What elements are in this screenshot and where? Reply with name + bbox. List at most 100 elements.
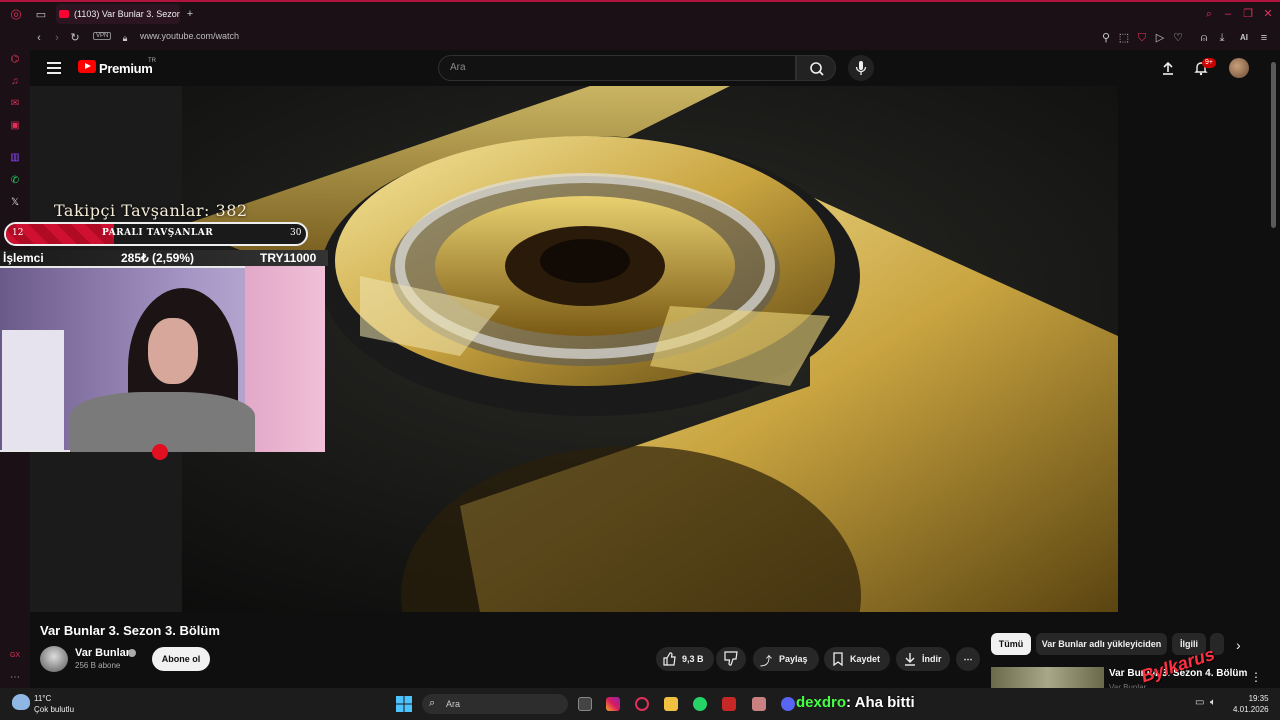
streamer-face — [148, 318, 198, 384]
messenger-icon[interactable]: ✉ — [9, 98, 21, 110]
page-scrollbar[interactable] — [1271, 62, 1276, 228]
weather-temp: 11°C — [34, 694, 52, 703]
weather-icon[interactable] — [12, 694, 30, 710]
menu-icon[interactable]: ≡ — [1258, 31, 1270, 45]
country-code: TR — [148, 58, 156, 64]
taskbar-search-icon: ⌕ — [429, 697, 436, 709]
search-tabs-icon[interactable]: ⌕ — [1203, 7, 1215, 21]
whatsapp-taskbar-icon[interactable] — [693, 697, 707, 711]
gx-icon[interactable]: GX — [9, 650, 21, 662]
taskbar-search[interactable]: Ara — [422, 694, 568, 714]
microphone-icon — [855, 61, 867, 75]
reload-icon[interactable]: ↻ — [69, 31, 81, 45]
system-clock[interactable]: 19:35 4.01.2026 — [1233, 693, 1269, 715]
youtube-brand[interactable]: Premium — [99, 61, 153, 76]
minimize-icon[interactable]: – — [1222, 7, 1234, 21]
volume-icon[interactable]: 🔈︎ — [1210, 697, 1216, 708]
photos-icon[interactable] — [752, 697, 766, 711]
windows-start-icon[interactable] — [396, 696, 412, 717]
ticker-change: 285₺ (2,59%) — [121, 251, 195, 265]
bookmark-icon — [832, 652, 844, 671]
twitch-icon[interactable]: ▥ — [9, 152, 21, 164]
chat-alert: dexdro: Aha bitti — [796, 694, 915, 711]
notification-badge: 9+ — [1202, 58, 1216, 68]
progress-scrubber-icon — [152, 444, 168, 460]
shield-icon[interactable]: ⛉ — [1136, 31, 1148, 45]
instagram-icon[interactable] — [606, 697, 620, 711]
like-count: 9,3 B — [682, 654, 704, 664]
new-tab-button[interactable]: + — [184, 7, 196, 21]
followers-counter: Takipçi Tavşanlar: 382 — [54, 201, 248, 220]
download-icon[interactable]: ⤓ — [1216, 31, 1228, 45]
download-video-icon — [903, 652, 917, 671]
search-icon — [810, 62, 824, 76]
streamer-body — [70, 392, 255, 452]
suggestion-thumbnail[interactable] — [991, 667, 1104, 690]
search-input[interactable]: Ara — [438, 55, 796, 81]
network-icon[interactable]: ▭ — [1195, 697, 1204, 708]
video-title: Var Bunlar 3. Sezon 3. Bölüm — [40, 623, 220, 638]
lock-icon[interactable]: 🔒︎ — [120, 31, 130, 45]
opera-logo-icon[interactable]: ◎ — [9, 7, 23, 21]
tab-youtube[interactable]: (1103) Var Bunlar 3. Sezon — [56, 4, 180, 24]
back-icon[interactable]: ‹ — [33, 31, 45, 45]
webcam-shelf — [2, 330, 64, 450]
chip-all[interactable]: Tümü — [991, 633, 1031, 655]
forward-icon[interactable]: › — [51, 31, 63, 45]
file-explorer-icon[interactable] — [664, 697, 678, 711]
sidebar-more-icon[interactable]: ⋯ — [9, 672, 21, 684]
url-field[interactable]: www.youtube.com/watch — [140, 31, 239, 41]
chip-from-uploader[interactable]: Var Bunlar adlı yükleyiciden — [1036, 633, 1167, 655]
maximize-icon[interactable]: ❐ — [1242, 7, 1254, 21]
tab-islands-icon[interactable]: ▭ — [34, 8, 48, 22]
weather-widget[interactable]: 11°C Çok bulutlu — [34, 693, 74, 715]
progress-goal: 30 — [290, 228, 302, 238]
save-label: Kaydet — [850, 654, 881, 664]
account-icon[interactable]: ⍝ — [1198, 31, 1210, 45]
channel-avatar[interactable] — [40, 646, 68, 672]
share-label: Paylaş — [779, 654, 808, 664]
vpn-badge[interactable]: VPN — [93, 32, 112, 40]
user-avatar[interactable] — [1229, 58, 1249, 78]
x-icon[interactable]: 𝕏 — [9, 197, 21, 209]
channel-name[interactable]: Var Bunlar — [75, 647, 130, 659]
chips-next-icon[interactable]: › — [1236, 637, 1241, 653]
app-icon[interactable] — [722, 697, 736, 711]
more-actions-button[interactable]: ⋯ — [956, 647, 980, 671]
youtube-logo-icon[interactable] — [78, 60, 96, 73]
play-icon[interactable]: ▷ — [1154, 31, 1166, 45]
whatsapp-icon[interactable]: ✆ — [9, 175, 21, 187]
snapshot-icon[interactable]: ⬚ — [1118, 31, 1130, 45]
aria-icon[interactable]: ⌬ — [9, 54, 21, 66]
player-icon[interactable]: ▣ — [9, 120, 21, 132]
dislike-button[interactable] — [716, 647, 746, 671]
task-view-icon[interactable] — [578, 697, 592, 711]
dislike-icon — [724, 651, 738, 666]
opera-gx-taskbar-icon[interactable] — [635, 697, 649, 711]
suggestion-menu-icon[interactable]: ⋮ — [1250, 670, 1262, 684]
subscribe-button[interactable]: Abone ol — [152, 647, 210, 671]
download-label: İndir — [922, 654, 942, 664]
progress-current: 12 — [12, 228, 24, 238]
player-side-area — [1118, 86, 1274, 612]
clock-date: 4.01.2026 — [1233, 705, 1269, 714]
ticker-price: TRY11000 — [260, 251, 317, 265]
youtube-favicon-icon — [59, 10, 69, 18]
close-window-icon[interactable]: ✕ — [1262, 7, 1274, 21]
ai-button[interactable]: AI — [1234, 31, 1254, 45]
heart-icon[interactable]: ♡ — [1172, 31, 1184, 45]
music-icon[interactable]: ♫ — [9, 76, 21, 88]
guide-menu-icon[interactable] — [47, 62, 61, 74]
like-icon — [662, 652, 676, 671]
upload-icon[interactable] — [1160, 60, 1176, 81]
weather-desc: Çok bulutlu — [34, 705, 75, 714]
pin-icon[interactable]: ⚲ — [1100, 31, 1112, 45]
subscriber-count: 256 B abone — [75, 661, 121, 670]
progress-label: PARALI TAVŞANLAR — [102, 228, 214, 238]
voice-search-button[interactable] — [848, 55, 874, 81]
price-ticker: İşlemci 285₺ (2,59%) TRY11000 — [0, 250, 328, 266]
discord-icon[interactable] — [781, 697, 795, 711]
clock-time: 19:35 — [1248, 694, 1269, 703]
search-button[interactable] — [796, 55, 836, 81]
webcam-background-door — [245, 266, 325, 452]
